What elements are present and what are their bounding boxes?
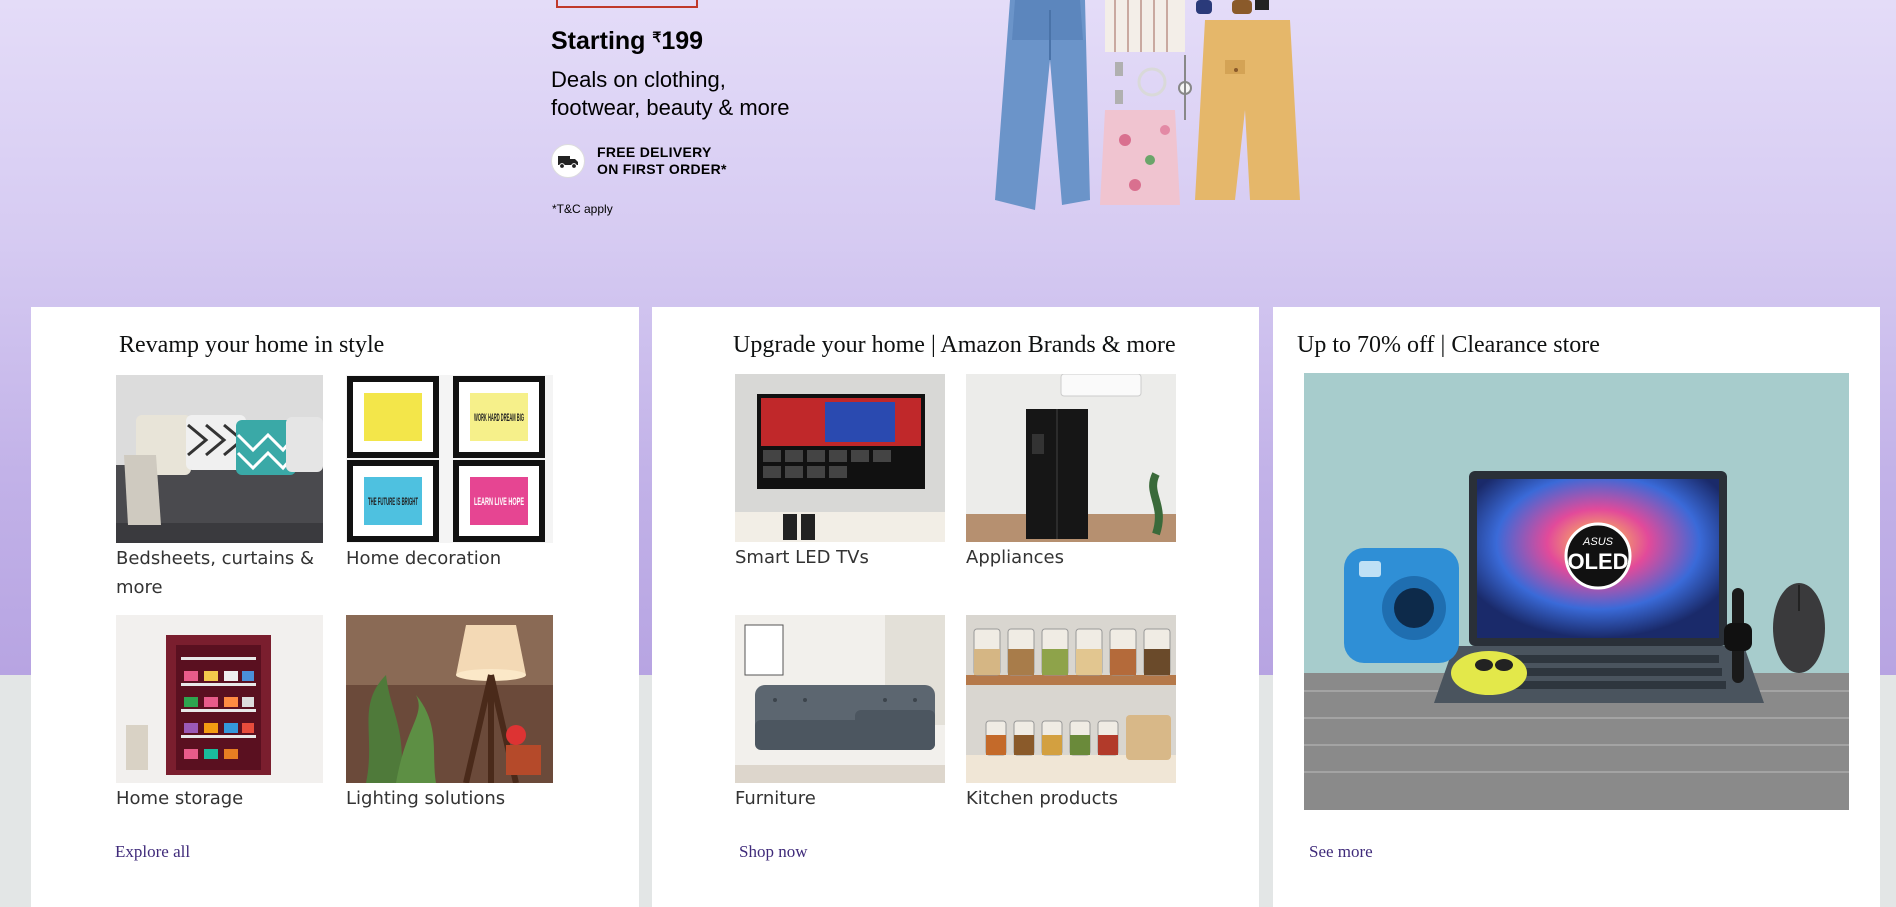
delivery-line-2: ON FIRST ORDER* xyxy=(597,161,727,177)
tile-kitchen-products[interactable]: Kitchen products xyxy=(966,615,1176,813)
asus-logo: ASUS xyxy=(1582,536,1614,548)
tile-appliances[interactable]: Appliances xyxy=(966,374,1176,572)
card-title: Up to 70% off | Clearance store xyxy=(1297,332,1600,358)
decor-poster-text: WORK HARD DREAM BIG xyxy=(474,412,524,424)
tile-label: Home decoration xyxy=(346,548,502,569)
truck-icon xyxy=(551,144,585,178)
tile-bedsheets[interactable]: Bedsheets, curtains & more xyxy=(116,375,323,602)
free-delivery-badge: FREE DELIVERY ON FIRST ORDER* xyxy=(551,144,727,178)
tile-label: Smart LED TVs xyxy=(735,547,869,568)
home-storage-image xyxy=(116,615,323,783)
tile-furniture[interactable]: Furniture xyxy=(735,615,945,813)
explore-all-link[interactable]: Explore all xyxy=(115,842,190,862)
clearance-image-link[interactable]: ASUS OLED xyxy=(1304,373,1849,810)
appliances-image xyxy=(966,374,1176,542)
clothing-flatlay-image xyxy=(995,0,1300,210)
tile-label: Home storage xyxy=(116,788,244,809)
clearance-electronics-image: ASUS OLED xyxy=(1304,373,1849,810)
card-title: Revamp your home in style xyxy=(119,332,385,358)
tile-label: Bedsheets, curtains & more xyxy=(116,548,314,598)
card-title: Upgrade your home | Amazon Brands & more xyxy=(733,332,1176,358)
tile-label: Appliances xyxy=(966,547,1064,568)
tile-smart-led-tvs[interactable]: Smart LED TVs xyxy=(735,374,945,572)
see-more-link[interactable]: See more xyxy=(1309,842,1373,862)
shop-now-link[interactable]: Shop now xyxy=(739,842,807,862)
card-revamp-home: Revamp your home in style Bedsheets, cur… xyxy=(31,307,639,907)
oled-logo: OLED xyxy=(1567,549,1628,574)
tile-label: Furniture xyxy=(735,788,816,809)
decor-poster-text: THE FUTURE IS BRIGHT xyxy=(368,496,418,508)
currency-symbol: ₹ xyxy=(652,29,662,45)
terms-note: *T&C apply xyxy=(552,202,613,216)
decor-poster-text: LEARN LIVE HOPE xyxy=(474,496,524,508)
furniture-image xyxy=(735,615,945,783)
lighting-image xyxy=(346,615,553,783)
tile-label: Kitchen products xyxy=(966,788,1118,809)
sale-logo-frame xyxy=(556,0,698,8)
kitchen-products-image xyxy=(966,615,1176,783)
bedsheets-image xyxy=(116,375,323,543)
tile-home-storage[interactable]: Home storage xyxy=(116,615,323,813)
delivery-line-1: FREE DELIVERY xyxy=(597,144,712,160)
tile-label: Lighting solutions xyxy=(346,788,506,809)
deals-line-1: Deals on clothing, xyxy=(551,67,726,92)
smart-tv-image xyxy=(735,374,945,542)
tile-lighting[interactable]: Lighting solutions xyxy=(346,615,553,813)
card-upgrade-home: Upgrade your home | Amazon Brands & more xyxy=(652,307,1259,907)
deals-text: Deals on clothing, footwear, beauty & mo… xyxy=(551,66,871,122)
starting-price: Starting ₹199 xyxy=(551,27,703,56)
price-value: 199 xyxy=(661,27,704,55)
deals-line-2: footwear, beauty & more xyxy=(551,95,790,120)
tile-home-decoration[interactable]: WORK HARD DREAM BIG THE FUTURE IS BRIGHT… xyxy=(346,375,553,573)
starting-label: Starting xyxy=(551,27,646,55)
home-decoration-image: WORK HARD DREAM BIG THE FUTURE IS BRIGHT… xyxy=(346,375,553,543)
card-clearance-store: Up to 70% off | Clearance store ASUS OLE… xyxy=(1273,307,1880,907)
